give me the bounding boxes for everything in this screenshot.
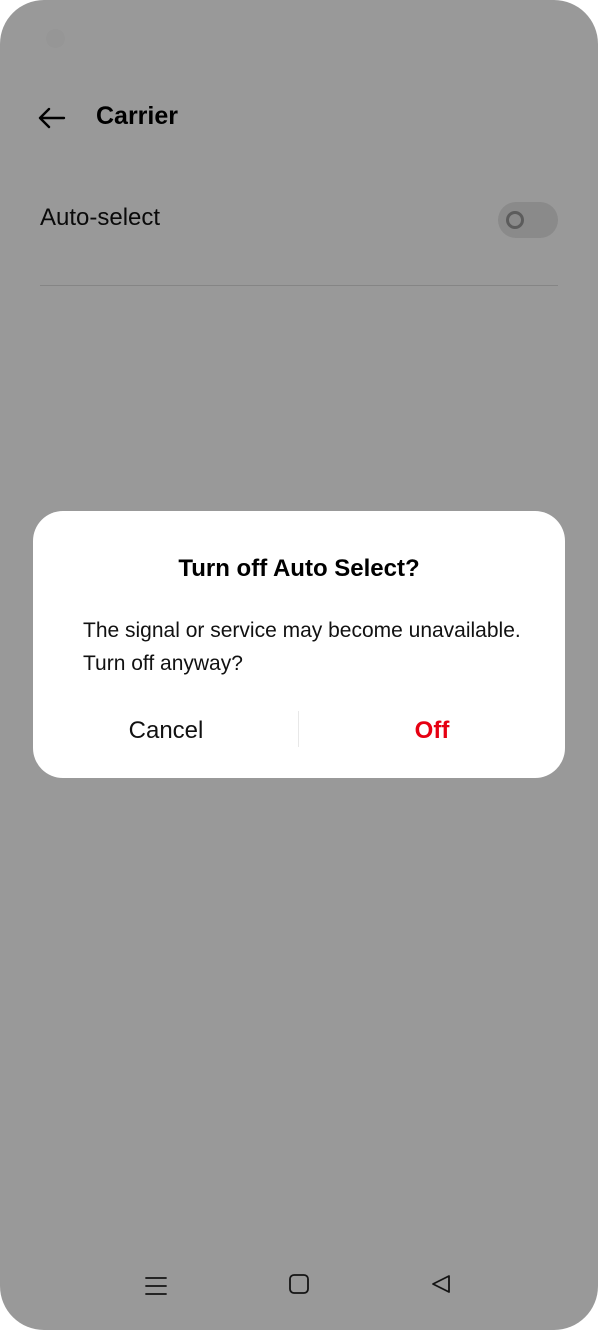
dialog-title: Turn off Auto Select? <box>178 555 420 582</box>
dialog-buttons: Cancel Off <box>33 707 565 755</box>
dialog-message: The signal or service may become unavail… <box>83 619 521 675</box>
phone-screen: 10:00 Carrier Auto-select Turn off Auto … <box>0 0 598 1330</box>
confirm-dialog: Turn off Auto Select? The signal or serv… <box>33 511 565 778</box>
cancel-button[interactable]: Cancel <box>33 707 299 755</box>
off-button[interactable]: Off <box>299 707 565 755</box>
